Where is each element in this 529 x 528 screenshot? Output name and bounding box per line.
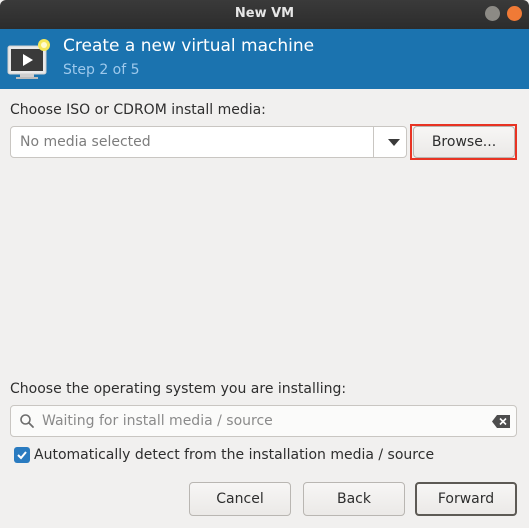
auto-detect-label[interactable]: Automatically detect from the installati…	[34, 447, 434, 463]
install-media-label: Choose ISO or CDROM install media:	[10, 102, 266, 118]
browse-button[interactable]: Browse...	[413, 126, 515, 158]
forward-button[interactable]: Forward	[415, 482, 517, 516]
wizard-title: Create a new virtual machine	[63, 36, 315, 56]
check-icon	[17, 451, 27, 460]
clear-icon[interactable]	[492, 415, 510, 428]
back-button[interactable]: Back	[303, 482, 405, 516]
install-media-combo[interactable]: No media selected	[10, 126, 407, 158]
search-icon	[20, 414, 34, 428]
os-label: Choose the operating system you are inst…	[10, 381, 347, 397]
combo-divider	[373, 127, 374, 157]
window-title: New VM	[234, 6, 295, 21]
title-bar: New VM	[0, 0, 529, 29]
wizard-step: Step 2 of 5	[63, 62, 140, 78]
os-search-input[interactable]: Waiting for install media / source	[10, 405, 517, 437]
install-media-value: No media selected	[20, 134, 151, 150]
virtual-machine-icon	[7, 39, 50, 79]
minimize-button[interactable]	[485, 6, 500, 21]
wizard-header: Create a new virtual machine Step 2 of 5	[0, 29, 529, 89]
os-search-placeholder: Waiting for install media / source	[42, 413, 273, 429]
chevron-down-icon[interactable]	[388, 139, 400, 146]
cancel-button[interactable]: Cancel	[189, 482, 291, 516]
close-button[interactable]	[507, 6, 522, 21]
auto-detect-checkbox[interactable]	[14, 447, 30, 463]
